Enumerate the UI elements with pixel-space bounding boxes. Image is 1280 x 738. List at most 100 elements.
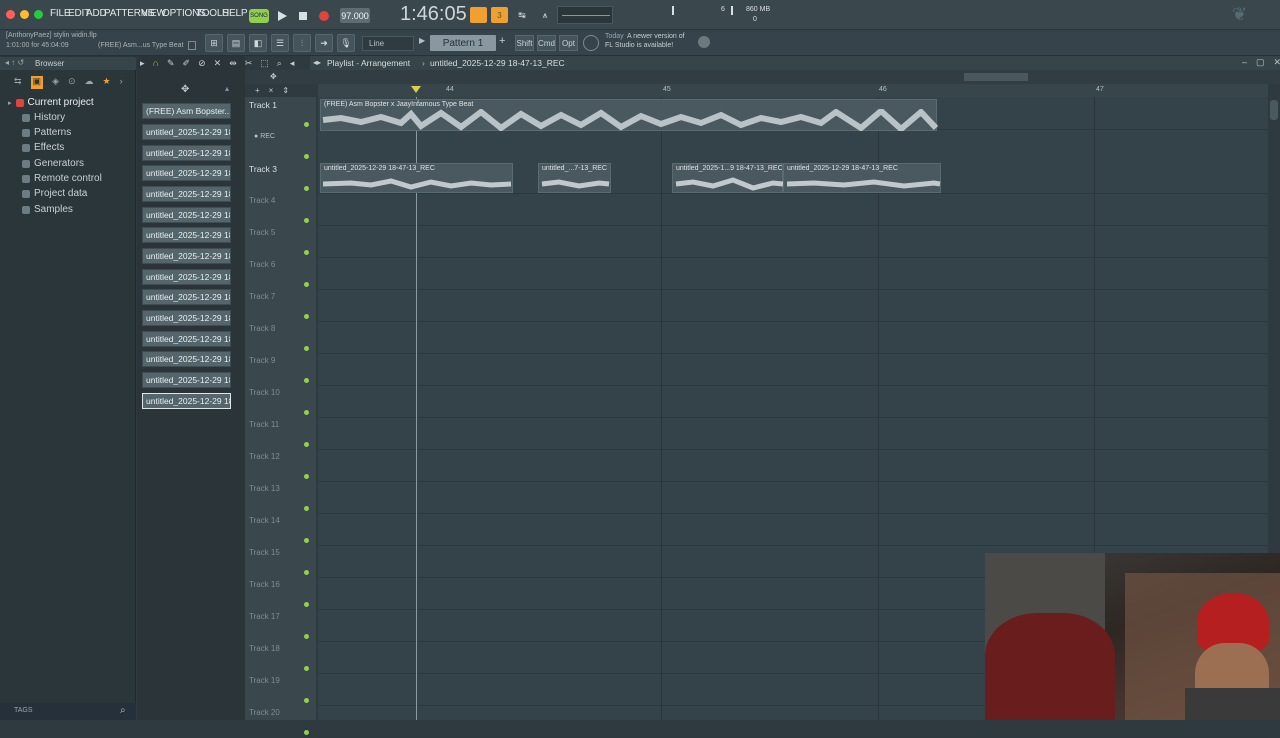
paint-tool-icon[interactable]: ✐ xyxy=(183,58,191,69)
track-mute-led[interactable] xyxy=(304,282,309,287)
track-mute-led[interactable] xyxy=(304,410,309,415)
track-name[interactable]: Track 11 xyxy=(249,420,279,429)
piano-roll-icon[interactable]: ▤ xyxy=(227,34,245,52)
delete-tool-icon[interactable]: ⊘ xyxy=(198,58,206,69)
playlist-menu-icon[interactable]: ◂▸ xyxy=(313,58,321,67)
audio-clip-rec-1[interactable]: untitled_2025-12-29 18-47-13_REC xyxy=(320,163,513,193)
news-avatar-icon[interactable] xyxy=(698,36,710,48)
audio-clip-rec-3[interactable]: untitled_2025-1...9 18-47-13_REC xyxy=(672,163,784,193)
track-mute-led[interactable] xyxy=(304,314,309,319)
pattern-clip-item[interactable]: untitled_2025-12-29 18-... xyxy=(142,207,231,223)
draw-tool-icon[interactable]: ✎ xyxy=(167,58,175,69)
track-name[interactable]: Track 7 xyxy=(249,292,275,301)
audio-clip-rec-4[interactable]: untitled_2025-12-29 18-47-13_REC xyxy=(783,163,941,193)
playback-tool-icon[interactable]: ◂ xyxy=(290,58,295,69)
playlist-breadcrumb[interactable]: untitled_2025-12-29 18-47-13_REC xyxy=(430,58,565,68)
track-name[interactable]: Track 14 xyxy=(249,516,280,525)
pattern-clip-item[interactable]: untitled_2025-12-29 18-... xyxy=(142,186,231,202)
track-mute-led[interactable] xyxy=(304,250,309,255)
browser-item-current-project[interactable]: ▸ Current project xyxy=(8,97,94,108)
maximize-icon[interactable]: ▢ xyxy=(1256,57,1265,68)
news-line-1[interactable]: A newer version of xyxy=(627,33,685,40)
browser-item-remote-control[interactable]: Remote control xyxy=(22,173,102,184)
track-mute-led[interactable] xyxy=(304,122,309,127)
select-tool-icon[interactable]: ⬚ xyxy=(260,58,269,69)
track-mute-led[interactable] xyxy=(304,698,309,703)
timeline-ruler[interactable] xyxy=(318,84,1268,97)
overview-viewport[interactable] xyxy=(964,73,1028,81)
filter-library-icon[interactable]: ⊙ xyxy=(68,76,76,89)
track-name[interactable]: Track 4 xyxy=(249,196,275,205)
browser-item-samples[interactable]: Samples xyxy=(22,204,73,215)
browser-item-project-data[interactable]: Project data xyxy=(22,188,87,199)
track-mute-led[interactable] xyxy=(304,506,309,511)
news-icon[interactable] xyxy=(583,35,599,51)
loop-record-icon[interactable]: ⩚ xyxy=(536,6,554,24)
stop-icon[interactable] xyxy=(295,9,311,23)
microphone-icon[interactable]: 🎙 xyxy=(337,34,355,52)
magnet-icon[interactable]: ∩ xyxy=(153,58,159,69)
playlist-icon[interactable]: ◧ xyxy=(249,34,267,52)
pattern-clip-item[interactable]: untitled_2025-12-29 18-... xyxy=(142,248,231,264)
shift-key-button[interactable]: Shift xyxy=(515,35,534,51)
track-name[interactable]: Track 1 xyxy=(249,100,277,110)
audio-clip-rec-2[interactable]: untitled_...7-13_REC xyxy=(538,163,611,193)
track-mute-led[interactable] xyxy=(304,346,309,351)
track-mute-led[interactable] xyxy=(304,602,309,607)
audio-clip-beat[interactable]: (FREE) Asm Bopster x JaayInfamous Type B… xyxy=(320,99,938,131)
slip-tool-icon[interactable]: ⇹ xyxy=(229,58,237,69)
arrangement-overview[interactable] xyxy=(245,70,1280,84)
channel-rack-icon[interactable]: ☰ xyxy=(271,34,289,52)
track-header-tools[interactable]: + × ⇕ xyxy=(255,86,289,95)
filter-project-icon[interactable]: ▣ xyxy=(30,76,44,89)
countdown-icon[interactable]: 3 xyxy=(491,7,508,23)
tempo-display[interactable]: 97.000 xyxy=(340,8,370,23)
track-mute-led[interactable] xyxy=(304,186,309,191)
browser-item-generators[interactable]: Generators xyxy=(22,158,84,169)
track-zoom-icon[interactable]: ⇕ xyxy=(282,86,289,95)
pattern-clip-item[interactable]: untitled_2025-12-29 18-... xyxy=(142,289,231,305)
track-name[interactable]: Track 10 xyxy=(249,388,280,397)
snap-selector[interactable]: Line xyxy=(362,36,414,51)
track-name[interactable]: Track 20 xyxy=(249,708,280,717)
pattern-clip-item[interactable]: untitled_2025-12-29 18-... xyxy=(142,331,231,347)
play-icon[interactable] xyxy=(274,9,290,23)
track-name[interactable]: Track 15 xyxy=(249,548,280,557)
track-mute-led[interactable] xyxy=(304,666,309,671)
pattern-selector[interactable]: Pattern 1 xyxy=(430,35,496,51)
track-mute-led[interactable] xyxy=(304,442,309,447)
pattern-clip-item[interactable]: untitled_2025-12-29 18-... xyxy=(142,310,231,326)
playlist-options-icon[interactable]: ▸ xyxy=(140,58,145,69)
filter-cloud-icon[interactable]: ☁ xyxy=(85,76,94,89)
playlist-window-controls[interactable]: – ▢ ✕ xyxy=(1242,57,1280,68)
pattern-clip-item[interactable]: untitled_2025-12-29 18-... xyxy=(142,372,231,388)
step-sequencer-icon[interactable]: ⊞ xyxy=(205,34,223,52)
pattern-clip-item[interactable]: untitled_2025-12-29 18-... xyxy=(142,165,231,181)
browser-item-patterns[interactable]: Patterns xyxy=(22,127,71,138)
record-icon[interactable] xyxy=(316,8,332,24)
track-name[interactable]: Track 5 xyxy=(249,228,275,237)
playhead-marker-icon[interactable] xyxy=(411,86,421,97)
add-pattern-icon[interactable]: + xyxy=(499,35,511,51)
browser-menu-icon[interactable]: ◂ ↑ ↺ xyxy=(5,58,24,67)
opt-key-button[interactable]: Opt xyxy=(559,35,578,51)
filter-starred-icon[interactable]: ★ xyxy=(103,76,111,89)
zoom-tool-icon[interactable]: ⌕ xyxy=(277,58,282,69)
pattern-clip-item[interactable]: untitled_2025-12-29 18-... xyxy=(142,227,231,243)
picker-move-icon[interactable]: ✥ xyxy=(181,84,189,95)
menu-help[interactable]: HELP xyxy=(222,8,248,19)
track-name[interactable]: Track 18 xyxy=(249,644,280,653)
mute-tool-icon[interactable]: ✕ xyxy=(214,58,222,69)
track-mute-led[interactable] xyxy=(304,378,309,383)
remove-track-icon[interactable]: × xyxy=(269,86,274,95)
wait-input-icon[interactable]: ↹ xyxy=(513,6,531,24)
filter-all-icon[interactable]: ⇆ xyxy=(14,76,22,89)
search-icon[interactable]: ⌕ xyxy=(120,705,126,716)
track-name[interactable]: Track 19 xyxy=(249,676,280,685)
pattern-clip-item[interactable]: untitled_2025-12-29 18-... xyxy=(142,269,231,285)
pattern-arrow-icon[interactable]: ▶ xyxy=(419,36,429,51)
scrollbar-thumb[interactable] xyxy=(1270,100,1278,120)
browser-toggle-icon[interactable]: ➜ xyxy=(315,34,333,52)
track-name[interactable]: Track 16 xyxy=(249,580,280,589)
playlist-tools[interactable]: ▸ ∩ ✎ ✐ ⊘ ✕ ⇹ ✂ ⬚ ⌕ ◂ xyxy=(140,58,294,69)
